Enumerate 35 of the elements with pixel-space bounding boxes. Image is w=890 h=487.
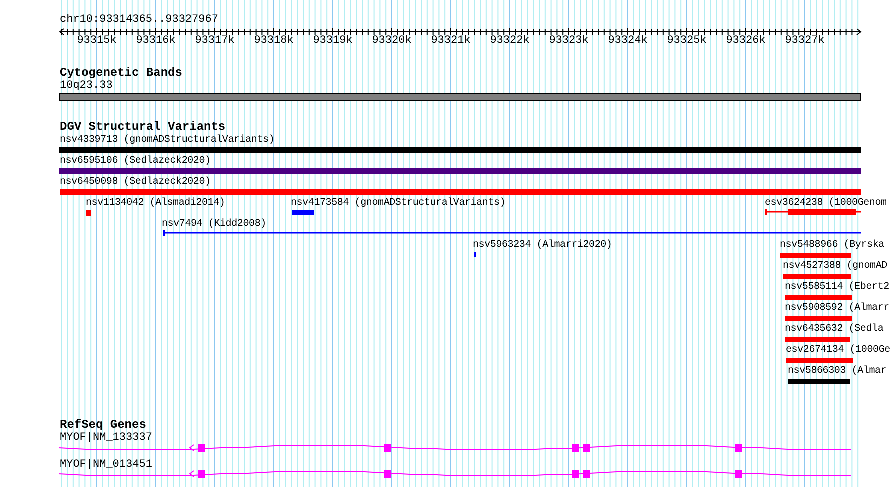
tick-label: 93321k <box>431 35 471 47</box>
track-title: Cytogenetic Bands <box>60 67 182 79</box>
tick-label: 93322k <box>490 35 530 47</box>
variant-label: nsv6435632 (Sedla <box>785 324 884 336</box>
tick-label: 93324k <box>608 35 648 47</box>
variant-label: nsv5585114 (Ebert2 <box>785 282 890 294</box>
variant-label: nsv5866303 (Almar <box>788 366 887 378</box>
tick-label: 93315k <box>77 35 117 47</box>
location-label: chr10:93314365..93327967 <box>60 14 218 26</box>
variant-label: nsv6595106 (Sedlazeck2020) <box>60 156 211 168</box>
variant-label: esv2674134 (1000Ge <box>786 345 890 357</box>
track-title: DGV Structural Variants <box>60 121 226 133</box>
tick-label: 93319k <box>313 35 353 47</box>
tick-label: 93317k <box>195 35 235 47</box>
variant-label: nsv1134042 (Alsmadi2014) <box>86 198 226 210</box>
tick-label: 93326k <box>726 35 766 47</box>
variant-label: nsv5488966 (Byrska <box>780 240 884 252</box>
tick-label: 93318k <box>254 35 294 47</box>
variant-label: nsv4339713 (gnomADStructuralVariants) <box>60 135 275 147</box>
variant-label: nsv4527388 (gnomAD <box>783 261 888 273</box>
gene-label: MYOF|NM_133337 <box>60 432 152 444</box>
variant-label: nsv7494 (Kidd2008) <box>162 219 266 231</box>
tick-label: 93316k <box>136 35 176 47</box>
variant-label: nsv5963234 (Almarri2020) <box>473 240 612 252</box>
track-title: RefSeq Genes <box>60 419 146 431</box>
variant-label: nsv4173584 (gnomADStructuralVariants) <box>291 198 506 210</box>
tick-label: 93327k <box>785 35 825 47</box>
variant-label: nsv5908592 (Almarr <box>785 303 890 315</box>
tick-label: 93323k <box>549 35 589 47</box>
tick-label: 93325k <box>667 35 707 47</box>
band-label: 10q23.33 <box>60 80 113 92</box>
variant-label: nsv6450098 (Sedlazeck2020) <box>60 177 211 189</box>
variant-label: esv3624238 (1000Genom <box>765 198 887 210</box>
tick-label: 93320k <box>372 35 412 47</box>
gene-label: MYOF|NM_013451 <box>60 459 152 471</box>
